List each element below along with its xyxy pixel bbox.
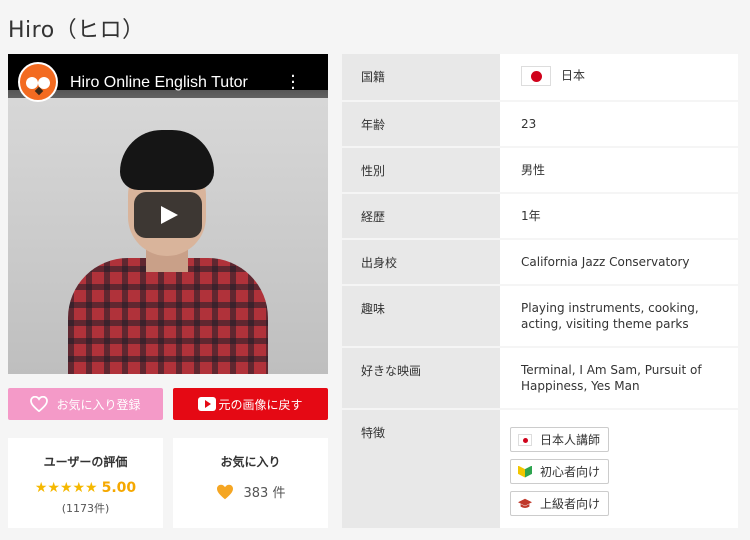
gender-value: 男性 — [500, 148, 738, 194]
rating-count: (1173件) — [61, 502, 110, 515]
profile-row-gender: 性別 男性 — [342, 148, 738, 194]
school-value: California Jazz Conservatory — [500, 240, 738, 286]
video-player[interactable]: Hiro Online English Tutor · · · — [8, 54, 328, 374]
feature-tag-japanese-teacher: 日本人講師 — [510, 427, 610, 452]
profile-row-movie: 好きな映画 Terminal, I Am Sam, Pursuit of Hap… — [342, 348, 738, 410]
graduation-cap-icon — [518, 498, 532, 508]
profile-row-hobby: 趣味 Playing instruments, cooking, acting,… — [342, 286, 738, 348]
nationality-value: 日本 — [561, 68, 586, 83]
add-favorite-button[interactable]: お気に入り登録 — [8, 388, 163, 420]
owl-logo-icon[interactable] — [18, 62, 58, 102]
favorites-label: お気に入り — [220, 455, 281, 469]
experience-label: 経歴 — [342, 194, 500, 240]
age-label: 年齢 — [342, 102, 500, 148]
favorites-count: 383 件 — [243, 486, 286, 501]
experience-value: 1年 — [500, 194, 738, 240]
play-icon[interactable] — [134, 192, 202, 238]
favorites-card: お気に入り 383 件 — [173, 438, 328, 528]
restore-image-label: 元の画像に戻す — [218, 397, 303, 412]
features-label: 特徴 — [342, 410, 500, 528]
profile-row-school: 出身校 California Jazz Conservatory — [342, 240, 738, 286]
rating-score: 5.00 — [101, 480, 137, 496]
nationality-label: 国籍 — [342, 54, 500, 102]
add-favorite-label: お気に入り登録 — [56, 397, 141, 412]
restore-image-button[interactable]: 元の画像に戻す — [173, 388, 328, 420]
profile-row-experience: 経歴 1年 — [342, 194, 738, 240]
gender-label: 性別 — [342, 148, 500, 194]
rating-stars: ★★★★★ 5.00 — [8, 480, 163, 496]
movie-label: 好きな映画 — [342, 348, 500, 410]
more-vert-icon[interactable]: · · · — [288, 68, 298, 98]
profile-table: 国籍 日本 年齢 23 性別 男性 経歴 1年 出身校 California J… — [342, 54, 738, 528]
japan-flag-icon — [518, 433, 532, 446]
page-title: Hiro（ヒロ） — [8, 18, 145, 43]
japan-flag-icon — [521, 66, 551, 86]
profile-row-features: 特徴 日本人講師 初心者向け 上級者向け — [342, 410, 738, 528]
profile-row-nationality: 国籍 日本 — [342, 54, 738, 102]
youtube-icon — [198, 397, 217, 411]
age-value: 23 — [500, 102, 738, 148]
school-label: 出身校 — [342, 240, 500, 286]
heart-icon — [216, 484, 233, 499]
hobby-label: 趣味 — [342, 286, 500, 348]
profile-row-age: 年齢 23 — [342, 102, 738, 148]
heart-icon — [30, 396, 49, 412]
video-title[interactable]: Hiro Online English Tutor — [70, 74, 248, 92]
star-icons: ★★★★★ — [34, 480, 98, 496]
rating-label: ユーザーの評価 — [43, 455, 128, 469]
hobby-value: Playing instruments, cooking, acting, vi… — [500, 286, 738, 348]
feature-tag-advanced: 上級者向け — [510, 491, 610, 516]
beginner-mark-icon — [518, 465, 532, 478]
feature-tag-beginner: 初心者向け — [510, 459, 610, 484]
rating-card: ユーザーの評価 ★★★★★ 5.00 (1173件) — [8, 438, 163, 528]
features-list: 日本人講師 初心者向け 上級者向け — [500, 410, 738, 528]
movie-value: Terminal, I Am Sam, Pursuit of Happiness… — [500, 348, 738, 410]
